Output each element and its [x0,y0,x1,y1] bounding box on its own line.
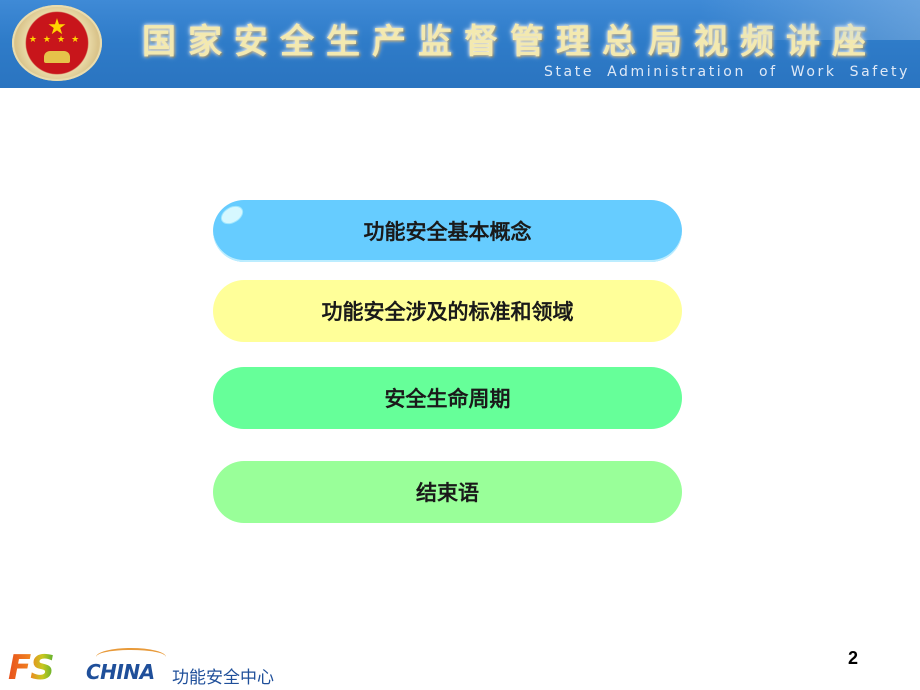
banner-subtitle: State Administration of Work Safety [543,64,910,80]
page-number: 2 [848,648,859,668]
gloss-highlight [218,203,246,227]
menu-item-label: 功能安全涉及的标准和领域 [321,300,574,324]
menu-item-label: 安全生命周期 [384,387,511,411]
menu-item-standards-and-fields[interactable]: 功能安全涉及的标准和领域 [213,280,682,342]
logo-china-text: CHINA [86,660,155,684]
menu-item-conclusion[interactable]: 结束语 [213,461,682,523]
menu-item-safety-lifecycle[interactable]: 安全生命周期 [213,367,682,429]
logo-fs-text: FS [8,648,55,688]
header-banner: ★ ★★★★ 国家安全生产监督管理总局视频讲座 State Administra… [0,0,920,88]
emblem-icon: ★ ★★★★ [12,5,102,81]
gear-icon [44,51,70,63]
fschina-logo: FS CHINA 功能安全中心 [8,646,308,688]
logo-caption: 功能安全中心 [172,668,274,688]
menu-item-basic-concepts[interactable]: 功能安全基本概念 [213,200,682,262]
menu-item-label: 结束语 [416,481,479,505]
menu-item-label: 功能安全基本概念 [363,220,532,244]
banner-title: 国家安全生产监督管理总局视频讲座 [142,22,878,62]
small-stars-icon: ★★★★ [28,35,86,45]
